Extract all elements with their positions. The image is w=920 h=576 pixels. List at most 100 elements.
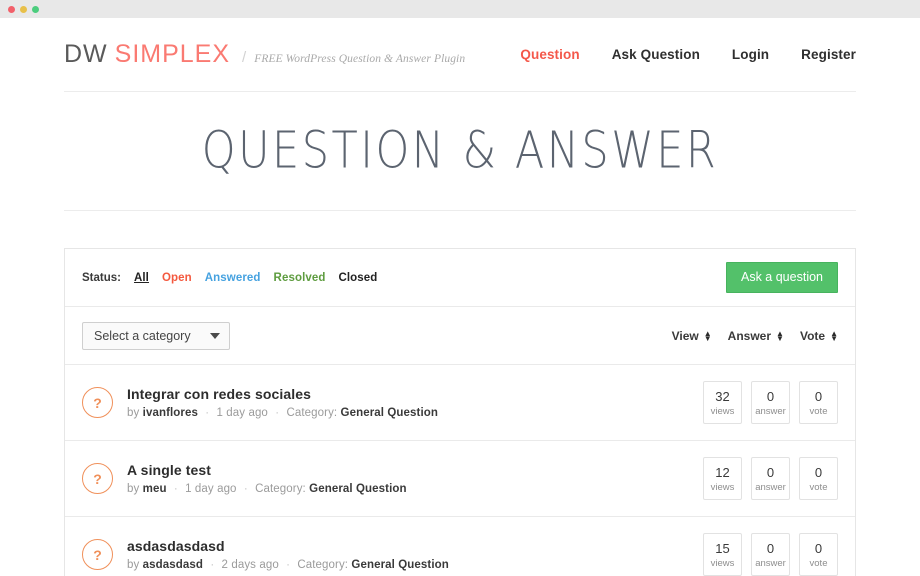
question-text-block: asdasdasdasd by asdasdasd · 2 days ago ·… [127, 538, 449, 571]
question-stats: 32 views 0 answer 0 vote [703, 381, 838, 424]
window-minimize-button[interactable] [20, 6, 27, 13]
stat-answers-label: answer [755, 482, 786, 493]
stat-views: 15 views [703, 533, 742, 576]
status-filter-closed[interactable]: Closed [338, 272, 377, 284]
category-and-sort-row: Select a category View ▲▼ Answer ▲▼ [65, 307, 855, 365]
logo-text-dw: DW [64, 40, 108, 69]
stat-votes-label: vote [810, 482, 828, 493]
stat-views-value: 12 [715, 465, 729, 480]
meta-separator: · [174, 483, 178, 495]
category-prefix: Category: [297, 559, 348, 571]
stat-answers-label: answer [755, 406, 786, 417]
logo-separator: / [242, 49, 246, 66]
question-stats: 12 views 0 answer 0 vote [703, 457, 838, 500]
stat-answers-value: 0 [767, 465, 774, 480]
nav-item-question[interactable]: Question [520, 47, 579, 62]
category-prefix: Category: [255, 483, 306, 495]
stat-answers: 0 answer [751, 457, 790, 500]
question-meta: by asdasdasd · 2 days ago · Category: Ge… [127, 559, 449, 571]
page-title: QUESTION & ANSWER [202, 122, 719, 181]
sort-label-vote: Vote [800, 329, 825, 343]
question-category[interactable]: General Question [341, 407, 438, 419]
stat-answers: 0 answer [751, 533, 790, 576]
stat-views-value: 15 [715, 541, 729, 556]
status-filter-group: All Open Answered Resolved Closed [134, 272, 377, 284]
status-filter-answered[interactable]: Answered [205, 272, 261, 284]
page-content: DW SIMPLEX / FREE WordPress Question & A… [0, 18, 920, 576]
site-tagline: FREE WordPress Question & Answer Plugin [254, 53, 465, 65]
question-title-link[interactable]: asdasdasdasd [127, 538, 449, 554]
question-author[interactable]: asdasdasd [143, 559, 203, 571]
nav-item-login[interactable]: Login [732, 47, 769, 62]
sort-by-view[interactable]: View ▲▼ [672, 329, 712, 343]
logo-text-simplex: SIMPLEX [115, 40, 230, 69]
question-author[interactable]: ivanflores [143, 407, 198, 419]
site-logo[interactable]: DW SIMPLEX / FREE WordPress Question & A… [64, 40, 465, 69]
window-maximize-button[interactable] [32, 6, 39, 13]
question-mark-icon: ? [82, 387, 113, 418]
category-select[interactable]: Select a category [82, 322, 230, 350]
by-prefix: by [127, 407, 139, 419]
nav-item-register[interactable]: Register [801, 47, 856, 62]
nav-item-ask-question[interactable]: Ask Question [612, 47, 700, 62]
hero-section: QUESTION & ANSWER [64, 92, 856, 211]
meta-separator: · [275, 407, 279, 419]
stat-votes-label: vote [810, 406, 828, 417]
question-stats: 15 views 0 answer 0 vote [703, 533, 838, 576]
question-author[interactable]: meu [143, 483, 167, 495]
main-navigation: Question Ask Question Login Register [520, 47, 856, 62]
browser-title-bar [0, 0, 920, 18]
stat-votes-label: vote [810, 558, 828, 569]
question-category[interactable]: General Question [309, 483, 406, 495]
status-filter-open[interactable]: Open [162, 272, 192, 284]
question-text-block: Integrar con redes sociales by ivanflore… [127, 386, 438, 419]
sort-controls: View ▲▼ Answer ▲▼ Vote ▲▼ [672, 329, 838, 343]
stat-votes: 0 vote [799, 533, 838, 576]
sort-arrows-icon: ▲▼ [776, 331, 784, 341]
sort-arrows-icon: ▲▼ [704, 331, 712, 341]
stat-answers: 0 answer [751, 381, 790, 424]
stat-views-label: views [711, 558, 735, 569]
site-header: DW SIMPLEX / FREE WordPress Question & A… [64, 18, 856, 92]
stat-votes-value: 0 [815, 465, 822, 480]
meta-separator: · [210, 559, 214, 571]
question-meta: by meu · 1 day ago · Category: General Q… [127, 483, 407, 495]
question-time: 1 day ago [185, 483, 236, 495]
stat-votes: 0 vote [799, 381, 838, 424]
stat-votes-value: 0 [815, 389, 822, 404]
sort-label-answer: Answer [728, 329, 771, 343]
stat-views: 12 views [703, 457, 742, 500]
question-time: 1 day ago [217, 407, 268, 419]
status-filter-row: Status: All Open Answered Resolved Close… [65, 249, 855, 307]
sort-label-view: View [672, 329, 699, 343]
window-close-button[interactable] [8, 6, 15, 13]
stat-answers-label: answer [755, 558, 786, 569]
question-meta: by ivanflores · 1 day ago · Category: Ge… [127, 407, 438, 419]
stat-votes: 0 vote [799, 457, 838, 500]
page-container: DW SIMPLEX / FREE WordPress Question & A… [64, 18, 856, 576]
status-label: Status: [82, 272, 121, 284]
question-mark-icon: ? [82, 539, 113, 570]
stat-views-label: views [711, 406, 735, 417]
status-filter-all[interactable]: All [134, 272, 149, 284]
sort-by-vote[interactable]: Vote ▲▼ [800, 329, 838, 343]
sort-by-answer[interactable]: Answer ▲▼ [728, 329, 784, 343]
question-text-block: A single test by meu · 1 day ago · Categ… [127, 462, 407, 495]
stat-views: 32 views [703, 381, 742, 424]
chevron-down-icon [210, 333, 220, 339]
stat-views-value: 32 [715, 389, 729, 404]
question-list-item: ? asdasdasdasd by asdasdasd · 2 days ago… [65, 517, 855, 576]
question-category[interactable]: General Question [351, 559, 448, 571]
ask-a-question-button[interactable]: Ask a question [726, 262, 838, 293]
question-title-link[interactable]: Integrar con redes sociales [127, 386, 438, 402]
stat-answers-value: 0 [767, 389, 774, 404]
question-list-panel: Status: All Open Answered Resolved Close… [64, 248, 856, 576]
meta-separator: · [205, 407, 209, 419]
category-select-value: Select a category [94, 329, 191, 343]
question-list-item: ? A single test by meu · 1 day ago · Cat… [65, 441, 855, 517]
sort-arrows-icon: ▲▼ [830, 331, 838, 341]
status-filter-resolved[interactable]: Resolved [274, 272, 326, 284]
question-title-link[interactable]: A single test [127, 462, 407, 478]
category-prefix: Category: [286, 407, 337, 419]
meta-separator: · [244, 483, 248, 495]
